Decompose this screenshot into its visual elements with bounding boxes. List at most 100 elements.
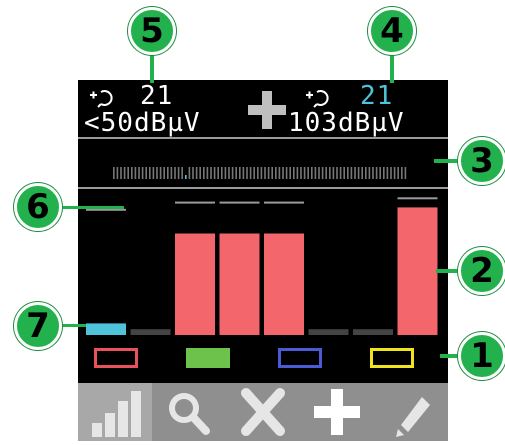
bar-chart-icon <box>92 391 141 437</box>
left-signal-level: <50dBµV <box>84 108 201 138</box>
add-large-icon <box>248 91 286 129</box>
right-channel-number: 21 <box>360 81 394 111</box>
scan-tick <box>167 167 169 179</box>
callout-2: 2 <box>458 247 505 295</box>
scan-tick <box>404 167 407 179</box>
scan-tick <box>120 167 122 179</box>
scan-tick <box>134 167 137 179</box>
scan-tick <box>138 167 140 179</box>
callout-leader <box>150 55 154 83</box>
edit-icon <box>396 397 430 437</box>
scan-tick <box>401 167 403 179</box>
callout-7: 7 <box>14 302 62 350</box>
scan-tick <box>329 167 331 179</box>
scan-tick <box>278 167 281 179</box>
scan-tick <box>361 167 363 179</box>
scan-tick <box>379 167 381 179</box>
scan-tick <box>303 167 306 179</box>
add-icon <box>314 389 360 435</box>
scan-tick <box>141 167 144 179</box>
scan-tick <box>339 167 342 179</box>
device-screen: 21 <50dBµV 21 103dBµV <box>78 80 448 383</box>
scan-tick <box>163 167 165 179</box>
scan-tick <box>192 167 194 179</box>
antenna-loop-icon <box>306 90 329 108</box>
scan-tick <box>224 167 227 179</box>
scan-tick <box>343 167 345 179</box>
scan-tick <box>307 167 309 179</box>
scan-tick <box>357 167 360 179</box>
level-bar-chart <box>78 190 448 338</box>
scan-tick <box>285 167 288 179</box>
scan-tick <box>127 167 129 179</box>
scan-tick <box>282 167 284 179</box>
level-bar <box>397 207 438 335</box>
scan-tick <box>260 167 263 179</box>
scan-tick <box>203 167 205 179</box>
delete-button[interactable] <box>226 383 300 441</box>
scan-tick <box>325 167 327 179</box>
left-channel-number: 21 <box>140 81 174 111</box>
scan-tick <box>242 167 245 179</box>
edit-button[interactable] <box>374 383 448 441</box>
channel-button-yellow[interactable] <box>370 348 414 368</box>
peak-hold-marker <box>264 201 304 204</box>
callout-leader <box>390 55 394 83</box>
callout-6: 6 <box>14 183 62 231</box>
scan-tick <box>267 167 270 179</box>
level-bar <box>353 329 393 335</box>
scan-tick <box>375 167 378 179</box>
divider <box>78 187 448 189</box>
bar-chart-button[interactable] <box>78 383 152 441</box>
scan-tick <box>347 167 349 179</box>
scan-tick <box>354 167 356 179</box>
callout-leader <box>62 206 124 209</box>
callout-3: 3 <box>458 137 505 185</box>
scan-ticks <box>113 167 407 179</box>
scan-tick <box>177 167 180 179</box>
level-bar <box>308 329 349 335</box>
search-button[interactable] <box>152 383 226 441</box>
peak-hold-marker <box>219 201 260 204</box>
level-bar <box>219 233 260 335</box>
peak-hold-marker <box>175 201 215 204</box>
channel-button-red[interactable] <box>94 348 138 368</box>
channel-button-green[interactable] <box>186 348 230 368</box>
right-signal-level: 103dBµV <box>288 108 405 138</box>
scan-tick <box>170 167 173 179</box>
scan-tick <box>113 167 115 179</box>
scan-tick <box>368 167 371 179</box>
scan-tick <box>296 167 299 179</box>
scan-tick <box>257 167 259 179</box>
scan-tick <box>249 167 252 179</box>
status-header: 21 <50dBµV 21 103dBµV <box>78 80 448 137</box>
scan-tick <box>365 167 367 179</box>
scan-tick <box>145 167 147 179</box>
scan-tick <box>289 167 291 179</box>
delete-icon <box>241 388 285 436</box>
scan-tick <box>116 167 119 179</box>
scan-tick <box>372 167 374 179</box>
level-bar <box>86 323 126 335</box>
antenna-loop-icon <box>90 90 113 108</box>
peak-hold-marker <box>86 208 126 211</box>
scan-tick <box>350 167 353 179</box>
scan-tick <box>314 167 317 179</box>
scan-tick <box>152 167 155 179</box>
channel-button-blue[interactable] <box>278 348 322 368</box>
level-bar <box>130 329 171 335</box>
callout-5: 5 <box>128 7 176 55</box>
scan-tick <box>235 167 237 179</box>
level-bar <box>264 233 304 335</box>
level-bar <box>175 233 215 335</box>
scan-tick <box>188 167 191 179</box>
scan-tick <box>271 167 273 179</box>
scan-tick <box>213 167 216 179</box>
scan-tick <box>264 167 266 179</box>
scan-tick <box>195 167 198 179</box>
spectrum-scan-strip <box>78 137 448 187</box>
scan-tick <box>332 167 335 179</box>
scan-tick <box>393 167 396 179</box>
add-button[interactable] <box>300 383 374 441</box>
peak-hold-marker <box>397 197 438 200</box>
